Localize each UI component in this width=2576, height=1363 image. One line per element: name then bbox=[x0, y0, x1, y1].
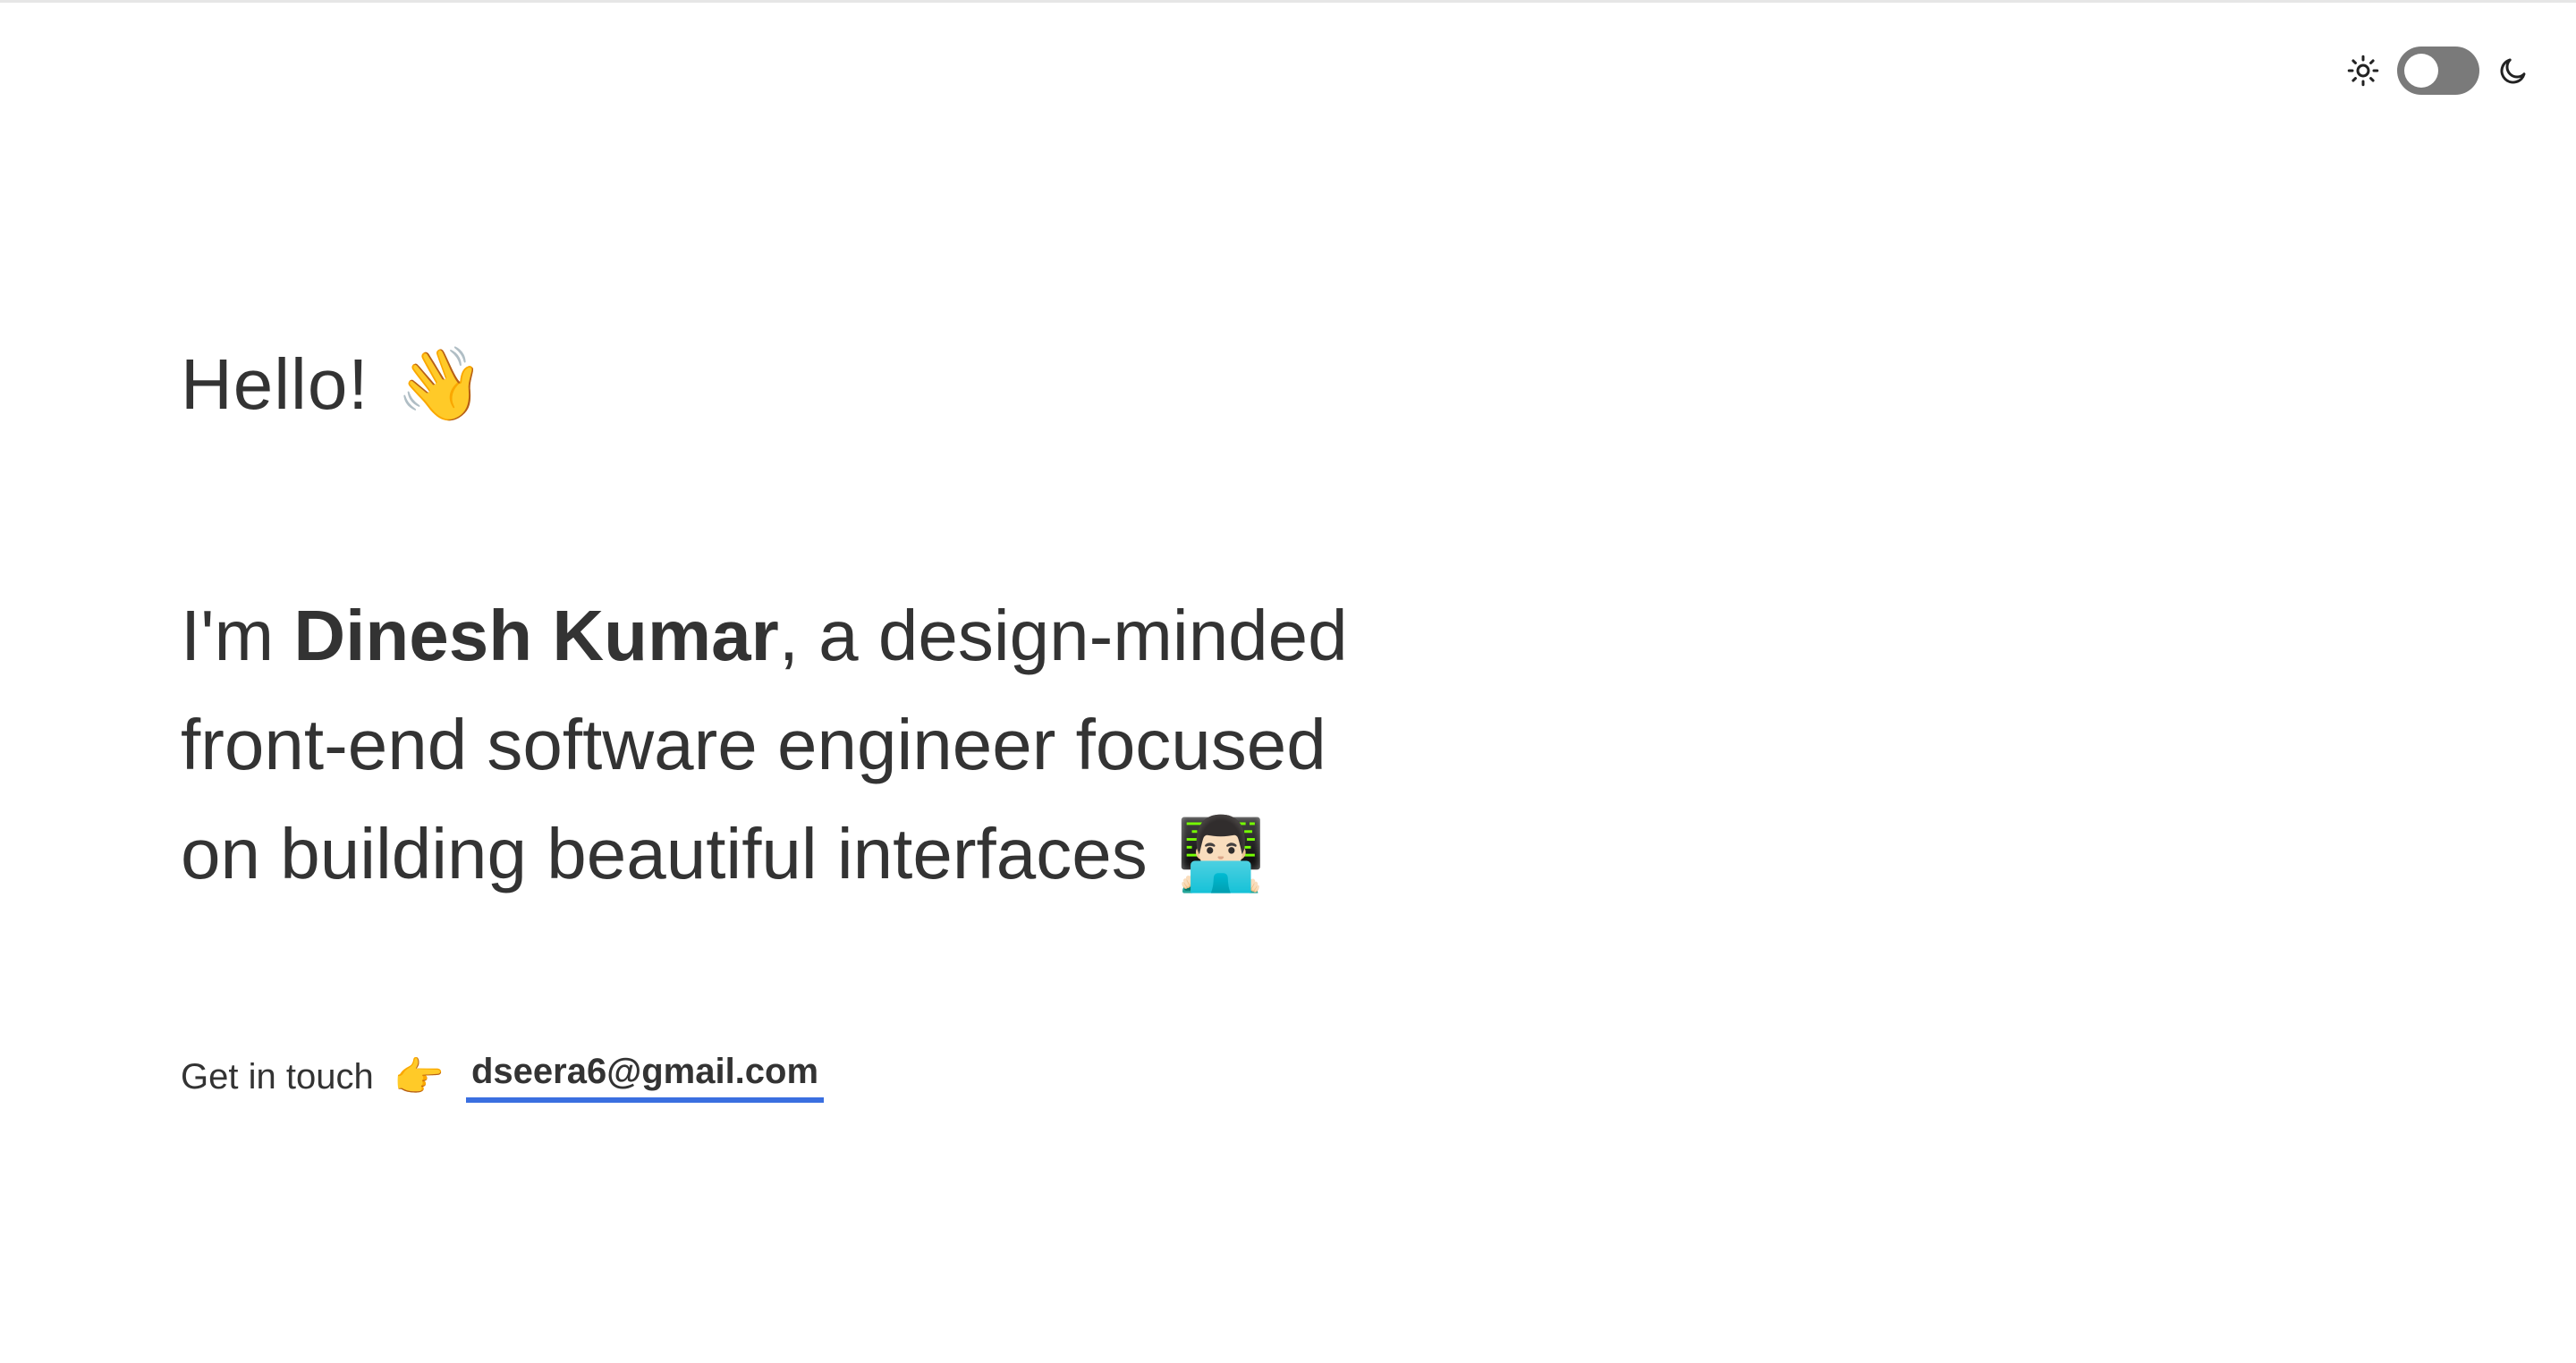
sun-icon bbox=[2347, 55, 2379, 87]
intro-paragraph: I'm Dinesh Kumar, a design-minded front-… bbox=[181, 581, 1612, 909]
greeting-heading: Hello! 👋 bbox=[181, 340, 1701, 429]
intro-line2: front-end software engineer focused bbox=[181, 705, 1326, 784]
theme-toggle bbox=[2347, 47, 2529, 95]
top-divider bbox=[0, 0, 2576, 3]
contact-row: Get in touch 👉 dseera6@gmail.com bbox=[181, 1052, 1701, 1103]
waving-hand-emoji: 👋 bbox=[395, 343, 487, 426]
intro-line3: on building beautiful interfaces bbox=[181, 814, 1148, 893]
hero-section: Hello! 👋 I'm Dinesh Kumar, a design-minde… bbox=[181, 340, 1701, 1103]
moon-icon bbox=[2497, 55, 2529, 87]
intro-prefix: I'm bbox=[181, 596, 294, 675]
intro-line1-rest: , a design-minded bbox=[778, 596, 1348, 675]
greeting-text: Hello! bbox=[181, 344, 369, 424]
pointing-hand-emoji: 👉 bbox=[393, 1053, 445, 1101]
contact-label: Get in touch bbox=[181, 1057, 374, 1096]
technologist-emoji: 👨🏻‍💻 bbox=[1175, 812, 1266, 895]
theme-switch[interactable] bbox=[2397, 47, 2479, 95]
author-name: Dinesh Kumar bbox=[293, 596, 779, 675]
email-link[interactable]: dseera6@gmail.com bbox=[465, 1052, 825, 1103]
theme-switch-knob bbox=[2404, 54, 2438, 88]
